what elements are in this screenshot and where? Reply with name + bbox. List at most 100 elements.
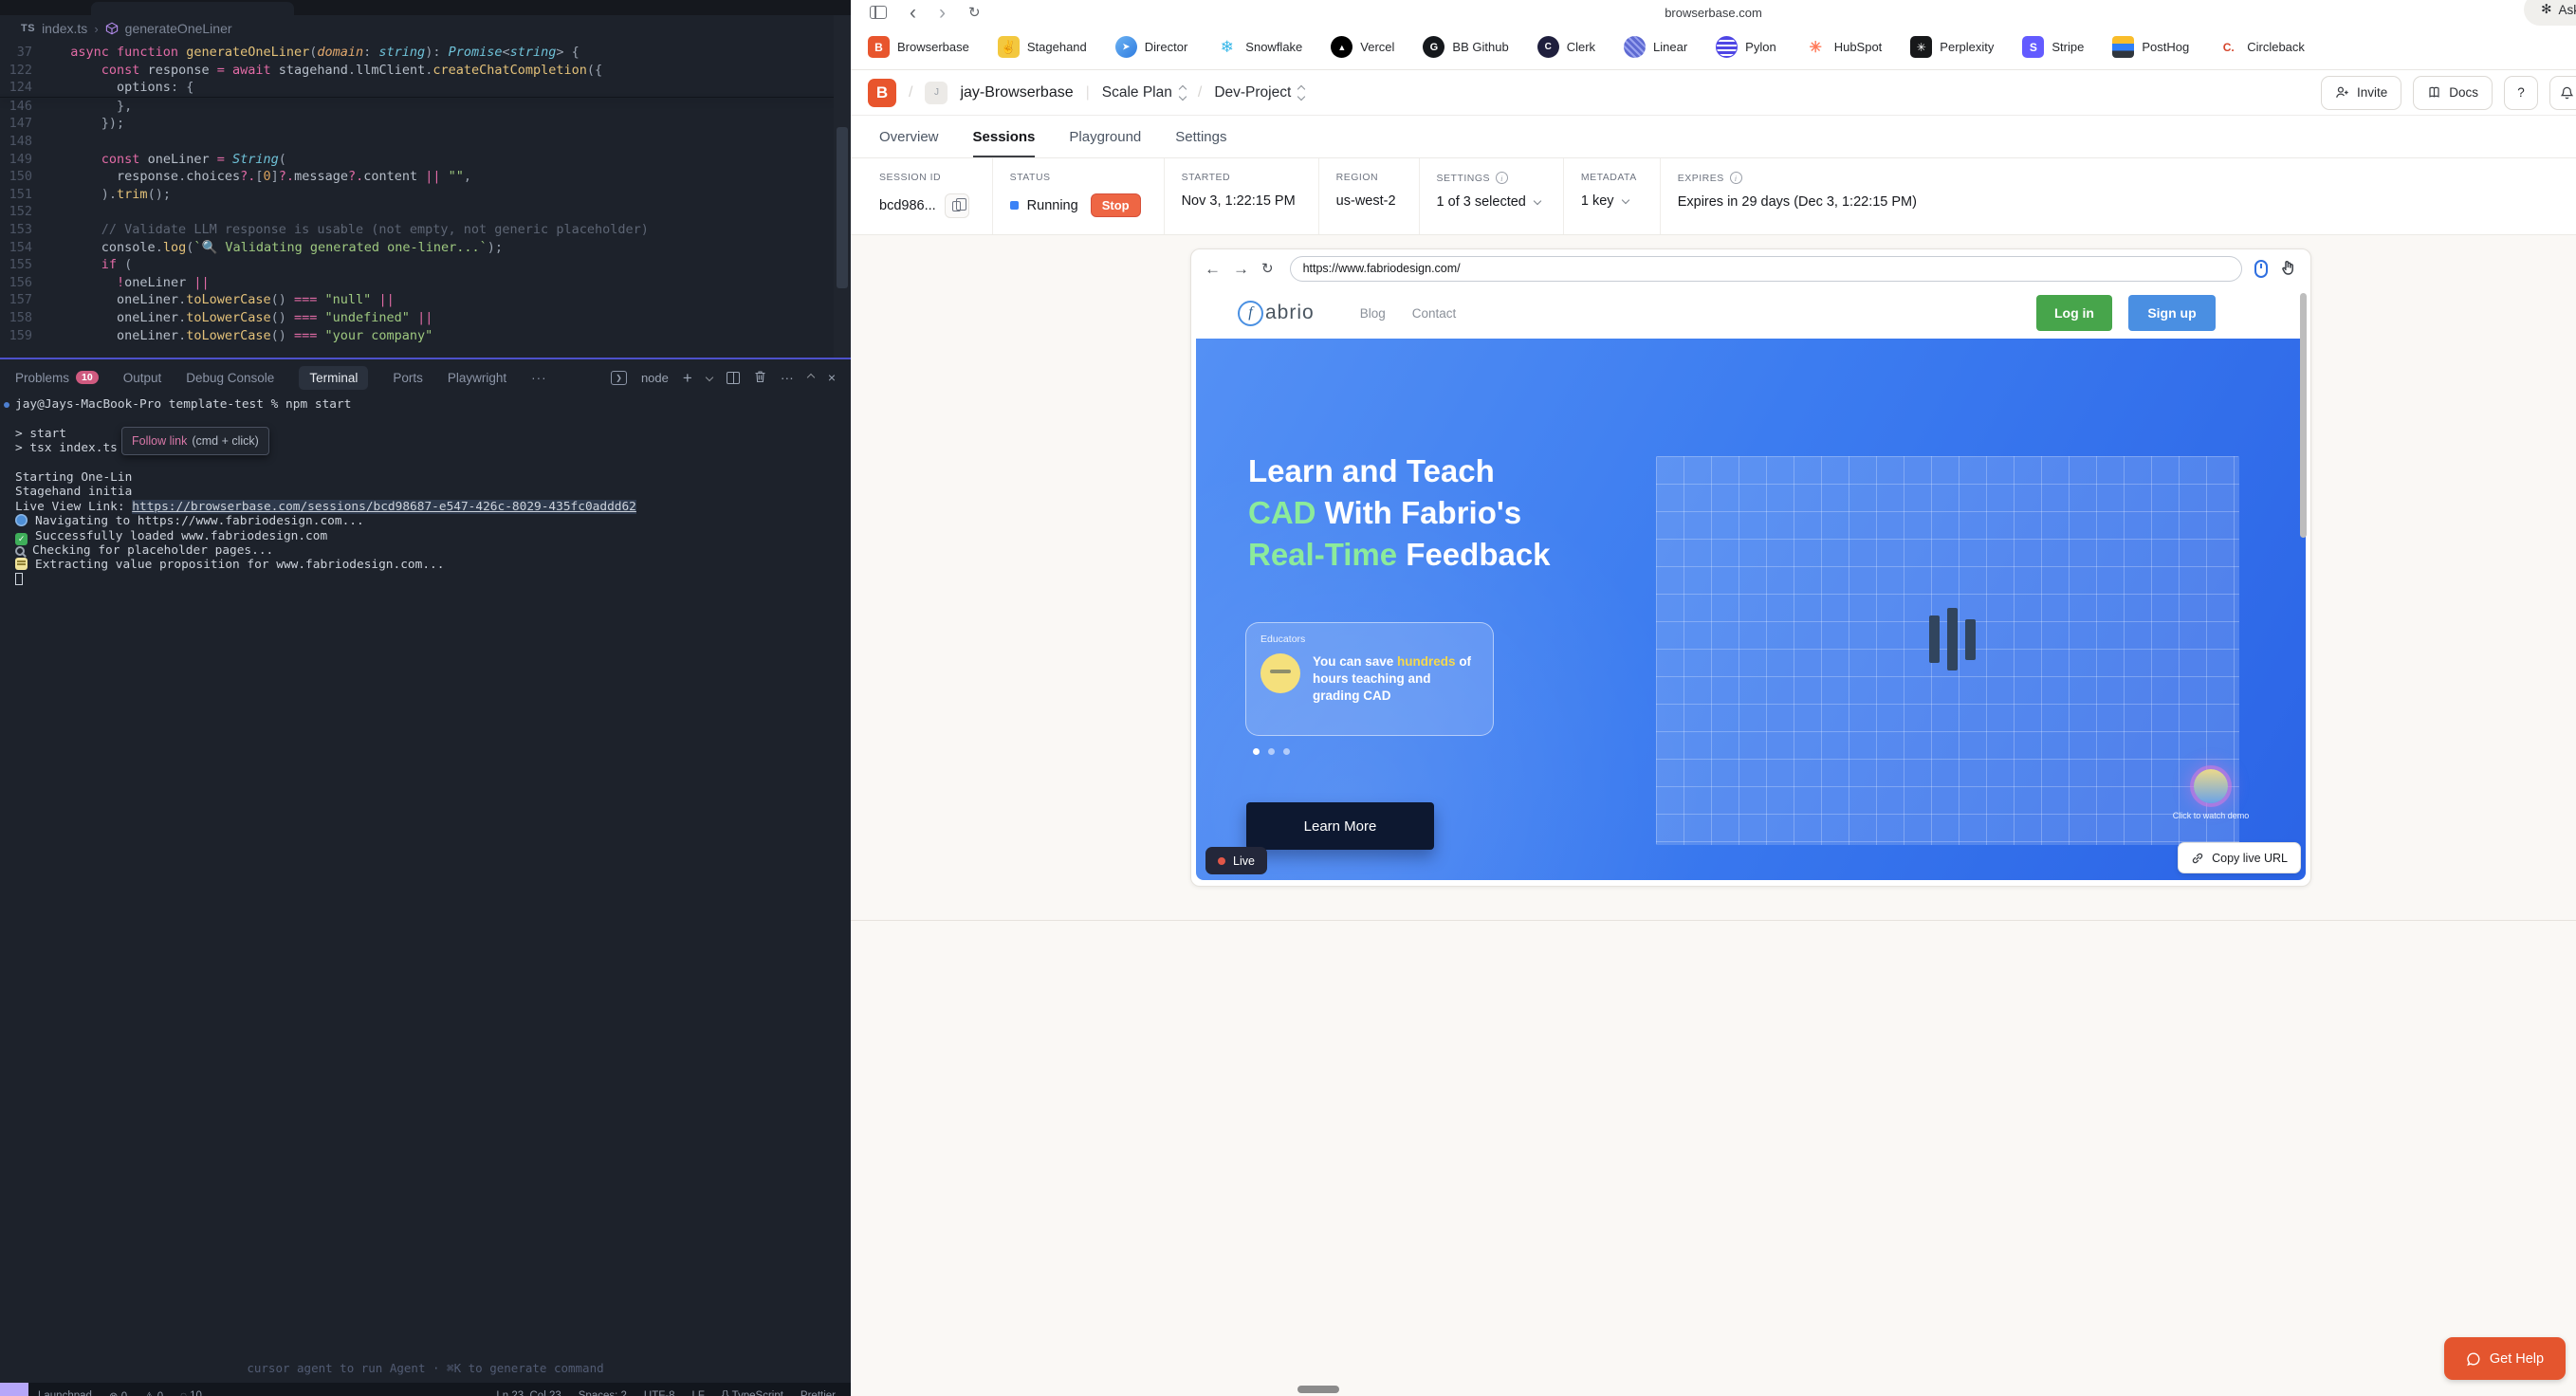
editor-active-tab[interactable] <box>91 2 294 15</box>
bookmark-browserbase[interactable]: Browserbase <box>868 36 969 58</box>
plan-selector[interactable]: Scale Plan <box>1102 84 1186 101</box>
browserbase-logo[interactable]: B <box>868 79 896 107</box>
eol[interactable]: LF <box>692 1390 705 1396</box>
detail-value[interactable]: 1 key <box>1581 193 1614 209</box>
ports-count[interactable]: 10 <box>180 1390 202 1396</box>
back-icon[interactable]: ← <box>1205 261 1221 277</box>
address-bar[interactable]: browserbase.com <box>851 6 2576 20</box>
panel-tab-debug-console[interactable]: Debug Console <box>186 371 274 385</box>
bookmark-circleback[interactable]: Circleback <box>2217 36 2305 58</box>
tab-overview[interactable]: Overview <box>879 129 939 157</box>
carousel-dot[interactable] <box>1283 748 1290 755</box>
forward-icon[interactable]: → <box>1233 261 1249 277</box>
panel-tab-ports[interactable]: Ports <box>393 371 423 385</box>
detail-value[interactable]: 1 of 3 selected <box>1437 194 1526 210</box>
warnings-count[interactable]: 0 <box>144 1389 163 1396</box>
notifications-button[interactable] <box>2549 76 2576 110</box>
terminal-output[interactable]: jay@Jays-MacBook-Pro template-test % npm… <box>0 397 851 1350</box>
info-icon[interactable]: i <box>1730 172 1742 184</box>
bookmark-stripe[interactable]: Stripe <box>2022 36 2084 58</box>
panel-tab-terminal[interactable]: Terminal <box>299 366 368 390</box>
teacher-avatar <box>1260 653 1300 693</box>
maximize-panel-icon[interactable] <box>807 374 815 381</box>
live-url-field[interactable]: https://www.fabriodesign.com/ <box>1290 256 2243 282</box>
detail-label: REGION <box>1336 172 1378 183</box>
link-icon <box>2191 852 2204 865</box>
more-icon[interactable]: ··· <box>531 371 547 385</box>
scrollbar-thumb[interactable] <box>837 127 848 288</box>
bookmark-stagehand[interactable]: Stagehand <box>998 36 1087 58</box>
get-help-button[interactable]: Get Help <box>2444 1337 2566 1380</box>
cursor-position[interactable]: Ln 23, Col 23 <box>496 1390 561 1396</box>
reload-icon[interactable]: ↻ <box>1261 260 1274 277</box>
carousel-dot[interactable] <box>1253 748 1260 755</box>
bookmark-clerk[interactable]: Clerk <box>1537 36 1595 58</box>
demo-play-icon[interactable] <box>2194 769 2228 803</box>
ask-ai-button[interactable]: ✻ Ask <box>2524 0 2576 26</box>
language-mode[interactable]: TypeScript <box>722 1390 783 1396</box>
panel-tab-problems[interactable]: Problems10 <box>15 371 99 385</box>
encoding[interactable]: UTF-8 <box>644 1390 675 1396</box>
docs-button[interactable]: Docs <box>2413 76 2493 110</box>
launchpad-item[interactable]: Launchpad <box>38 1390 92 1396</box>
page-scrollbar[interactable] <box>2300 293 2307 538</box>
bookmark-perplexity[interactable]: Perplexity <box>1910 36 1994 58</box>
formatter[interactable]: Prettier <box>800 1390 836 1396</box>
tab-sessions[interactable]: Sessions <box>973 129 1036 157</box>
trash-icon[interactable] <box>754 370 766 386</box>
code-editor[interactable]: 37 async function generateOneLiner(domai… <box>0 44 834 344</box>
learn-more-button[interactable]: Learn More <box>1246 802 1434 850</box>
fabrio-logo[interactable]: f abrio <box>1238 301 1315 326</box>
panel-tab-playwright[interactable]: Playwright <box>448 371 506 385</box>
signup-button[interactable]: Sign up <box>2128 295 2216 331</box>
copy-session-id-button[interactable] <box>945 193 969 218</box>
bookmark-posthog[interactable]: PostHog <box>2112 36 2189 58</box>
panel-tab-output[interactable]: Output <box>123 371 162 385</box>
drag-handle[interactable] <box>1297 1386 1339 1393</box>
nav-link-blog[interactable]: Blog <box>1360 306 1386 321</box>
chevron-down-icon[interactable] <box>1621 195 1628 203</box>
bookmark-vercel[interactable]: Vercel <box>1331 36 1394 58</box>
breadcrumb-file[interactable]: index.ts <box>42 21 87 36</box>
new-terminal-icon[interactable]: + <box>683 370 692 386</box>
remote-indicator[interactable] <box>0 1383 28 1396</box>
screen: TS index.ts › generateOneLiner 37 async … <box>0 0 2576 1396</box>
stop-session-button[interactable]: Stop <box>1091 193 1141 217</box>
avatar: J <box>925 82 948 104</box>
tab-playground[interactable]: Playground <box>1069 129 1141 157</box>
org-name[interactable]: jay-Browserbase <box>960 84 1073 101</box>
bookmark-linear[interactable]: Linear <box>1624 36 1687 58</box>
panel-more-icon[interactable]: ··· <box>781 371 794 384</box>
errors-count[interactable]: 0 <box>109 1389 127 1396</box>
terminal-panel: Problems10 Output Debug Console Terminal Por… <box>0 358 851 1383</box>
bookmark-pylon[interactable]: Pylon <box>1716 36 1776 58</box>
invite-button[interactable]: Invite <box>2321 76 2401 110</box>
live-view-link[interactable]: https://browserbase.com/sessions/bcd9868… <box>132 500 636 514</box>
watch-demo[interactable]: Click to watch demo <box>2168 769 2254 820</box>
breadcrumb-symbol[interactable]: generateOneLiner <box>125 21 232 36</box>
bookmark-hubspot[interactable]: HubSpot <box>1805 36 1883 58</box>
bookmark-bb-github[interactable]: BB Github <box>1423 36 1508 58</box>
help-button[interactable]: ? <box>2504 76 2538 110</box>
tab-settings[interactable]: Settings <box>1175 129 1226 157</box>
copy-live-url-button[interactable]: Copy live URL <box>2178 842 2301 873</box>
split-terminal-icon[interactable] <box>727 372 740 384</box>
chevron-down-icon[interactable] <box>1534 196 1541 204</box>
project-selector[interactable]: Dev-Project <box>1214 84 1304 101</box>
login-button[interactable]: Log in <box>2036 295 2112 331</box>
close-panel-icon[interactable]: × <box>828 371 836 384</box>
mouse-mode-icon[interactable] <box>2254 260 2268 278</box>
bookmark-snowflake[interactable]: Snowflake <box>1216 36 1302 58</box>
carousel-dots[interactable] <box>1253 748 1290 755</box>
openai-icon: ✻ <box>2541 2 2551 17</box>
chevron-down-icon[interactable] <box>706 374 713 381</box>
shell-label[interactable]: node <box>641 371 669 385</box>
line-number: 146 <box>0 98 55 116</box>
info-icon[interactable]: i <box>1496 172 1508 184</box>
tooltip-link-label[interactable]: Follow link <box>132 434 187 448</box>
bookmark-director[interactable]: Director <box>1115 36 1188 58</box>
touch-mode-icon[interactable] <box>2280 259 2297 278</box>
nav-link-contact[interactable]: Contact <box>1412 306 1457 321</box>
carousel-dot[interactable] <box>1268 748 1275 755</box>
indentation[interactable]: Spaces: 2 <box>579 1390 627 1396</box>
